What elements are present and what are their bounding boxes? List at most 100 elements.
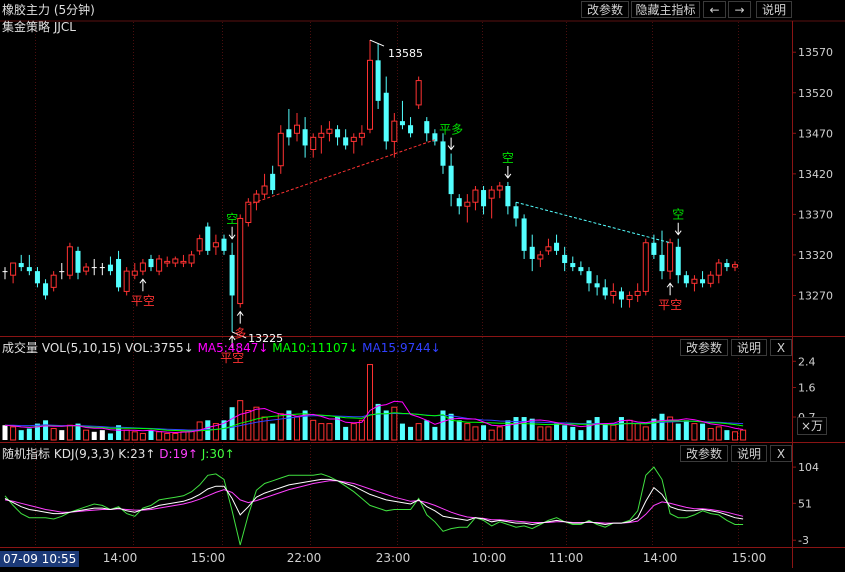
- volume-bar: [675, 423, 681, 440]
- candle-body: [229, 254, 235, 296]
- time-axis-label: 14:00: [643, 551, 678, 565]
- volume-bar: [513, 417, 519, 440]
- volume-bar: [164, 432, 171, 441]
- candle-body: [188, 254, 195, 264]
- candle-body: [18, 263, 24, 268]
- candle-body: [545, 246, 552, 252]
- kdj-params: KDJ(9,3,3): [53, 447, 115, 461]
- volume-bar: [424, 420, 430, 440]
- scroll-left-button[interactable]: ←: [703, 1, 726, 18]
- chart-canvas[interactable]: 13570 13520 13470 13420 13370 13320 13270 2.4 1.…: [0, 0, 845, 568]
- candle-body: [529, 246, 535, 259]
- main-modify-params-button[interactable]: 改参数: [581, 1, 629, 18]
- main-help-button[interactable]: 说明: [756, 1, 792, 18]
- candle-body: [245, 201, 252, 223]
- candle-body: [91, 267, 97, 269]
- candle-body: [172, 258, 179, 264]
- chart-title: 橡胶主力 (5分钟): [2, 3, 95, 17]
- volume-bar: [731, 431, 739, 441]
- candle-body: [610, 290, 617, 296]
- volume-help-button[interactable]: 说明: [731, 339, 767, 356]
- candle-body: [651, 242, 657, 255]
- high-price-label: 13585: [388, 47, 423, 60]
- volume-bar: [659, 413, 665, 440]
- candle-body: [116, 258, 122, 288]
- volume-bar: [148, 430, 154, 440]
- candle-body: [237, 217, 244, 305]
- signal-label: 空: [226, 212, 238, 226]
- volume-bar: [448, 413, 454, 440]
- sell-arrow: [228, 226, 236, 240]
- volume-bar: [399, 423, 405, 440]
- candle-body: [715, 262, 722, 276]
- trend-line: [515, 201, 671, 244]
- trend-line: [248, 139, 436, 206]
- candle-body: [375, 60, 381, 101]
- hide-main-indicator-button[interactable]: 隐藏主指标: [631, 1, 700, 18]
- signal-label: 空: [672, 208, 684, 222]
- candle-body: [724, 263, 730, 268]
- kdj-y-tick-label: 104: [798, 461, 819, 474]
- kdj-close-button[interactable]: X: [770, 445, 792, 462]
- volume-bar: [464, 423, 471, 441]
- candle-body: [513, 206, 519, 219]
- volume-bar: [156, 431, 163, 441]
- kdj-y-tick-label: 51: [798, 497, 812, 510]
- chart-stage: 13570 13520 13470 13420 13370 13320 13270 2.4 1.…: [0, 0, 845, 568]
- volume-bar: [715, 426, 722, 441]
- volume-bar: [432, 426, 438, 440]
- candle-body: [212, 242, 219, 248]
- kdj-modify-params-button[interactable]: 改参数: [680, 445, 728, 462]
- candle-body: [464, 201, 471, 207]
- volume-bar: [700, 423, 706, 440]
- volume-bar: [740, 429, 747, 441]
- volume-bar: [50, 428, 57, 441]
- volume-bar: [131, 431, 138, 441]
- time-axis-label: 15:00: [191, 551, 226, 565]
- volume-bar: [383, 410, 389, 440]
- kdj-help-button[interactable]: 说明: [731, 445, 767, 462]
- volume-bar: [481, 425, 487, 440]
- candle-body: [675, 246, 681, 276]
- volume-bar: [602, 423, 608, 440]
- candle-body: [261, 185, 268, 195]
- candle-body: [391, 120, 398, 142]
- volume-unit-button[interactable]: ×万: [797, 417, 827, 435]
- volume-bar: [391, 406, 398, 441]
- candle-body: [570, 263, 576, 268]
- volume-bar: [180, 431, 187, 441]
- volume-bar: [277, 413, 284, 441]
- volume-bar: [139, 432, 146, 441]
- sell-arrow: [674, 222, 682, 236]
- candle-body: [618, 291, 624, 300]
- signal-label: 空: [502, 151, 514, 165]
- candle-body: [440, 141, 446, 166]
- candle-body: [562, 254, 568, 264]
- volume-bar: [358, 419, 365, 441]
- candle-body: [139, 262, 146, 272]
- candle-body: [99, 267, 105, 269]
- volume-bar: [408, 426, 414, 440]
- volume-bar: [91, 431, 97, 440]
- candle-body: [293, 124, 301, 134]
- volume-bar: [537, 426, 544, 441]
- candle-body: [34, 271, 40, 284]
- volume-close-button[interactable]: X: [770, 339, 792, 356]
- candle-body: [594, 283, 600, 288]
- volume-bar: [691, 423, 698, 441]
- volume-bar: [43, 420, 49, 440]
- candle-body: [164, 260, 171, 264]
- scroll-right-button[interactable]: →: [728, 1, 751, 18]
- kdj-j-value: J:30↑: [201, 447, 235, 461]
- candle-body: [277, 132, 284, 167]
- volume-ma10: MA10:11107↓: [272, 341, 359, 355]
- volume-modify-params-button[interactable]: 改参数: [680, 339, 728, 356]
- candle-body: [659, 254, 665, 272]
- candle-body: [156, 258, 163, 272]
- volume-bar: [683, 420, 689, 440]
- candle-body: [424, 121, 430, 134]
- high-marker-line: [369, 39, 385, 47]
- time-axis-label: 10:00: [472, 551, 507, 565]
- candle-body: [326, 128, 333, 134]
- volume-legend: 成交量 VOL(5,10,15) VOL:3755↓ MA5:4847↓ MA1…: [2, 339, 441, 356]
